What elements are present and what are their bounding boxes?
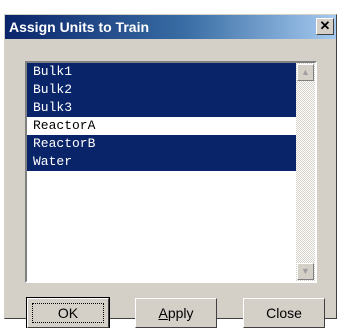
ok-button-label: OK <box>32 303 104 323</box>
title-bar[interactable]: Assign Units to Train ✕ <box>5 15 336 39</box>
scroll-up-arrow-icon[interactable]: ▲ <box>297 64 314 81</box>
list-item[interactable]: ReactorB <box>27 135 296 153</box>
assign-units-dialog: Assign Units to Train ✕ Bulk1 Bulk2 Bulk3 R… <box>4 14 337 328</box>
dialog-title: Assign Units to Train <box>9 19 150 35</box>
close-button[interactable]: Close <box>243 298 325 328</box>
list-item[interactable]: Water <box>27 153 296 171</box>
apply-button[interactable]: Apply <box>135 298 217 328</box>
units-list: Bulk1 Bulk2 Bulk3 ReactorA ReactorB Water <box>27 63 296 281</box>
apply-button-label: Apply <box>158 305 194 321</box>
scroll-down-arrow-icon[interactable]: ▼ <box>297 263 314 280</box>
list-item[interactable]: ReactorA <box>27 117 296 135</box>
ok-button[interactable]: OK <box>26 297 110 328</box>
list-item[interactable]: Bulk2 <box>27 81 296 99</box>
units-listbox[interactable]: Bulk1 Bulk2 Bulk3 ReactorA ReactorB Water ▲ ▼ <box>25 61 317 283</box>
vertical-scrollbar[interactable]: ▲ ▼ <box>296 63 315 281</box>
list-item[interactable]: Bulk3 <box>27 99 296 117</box>
list-item[interactable]: Bulk1 <box>27 63 296 81</box>
close-icon[interactable]: ✕ <box>316 18 334 35</box>
